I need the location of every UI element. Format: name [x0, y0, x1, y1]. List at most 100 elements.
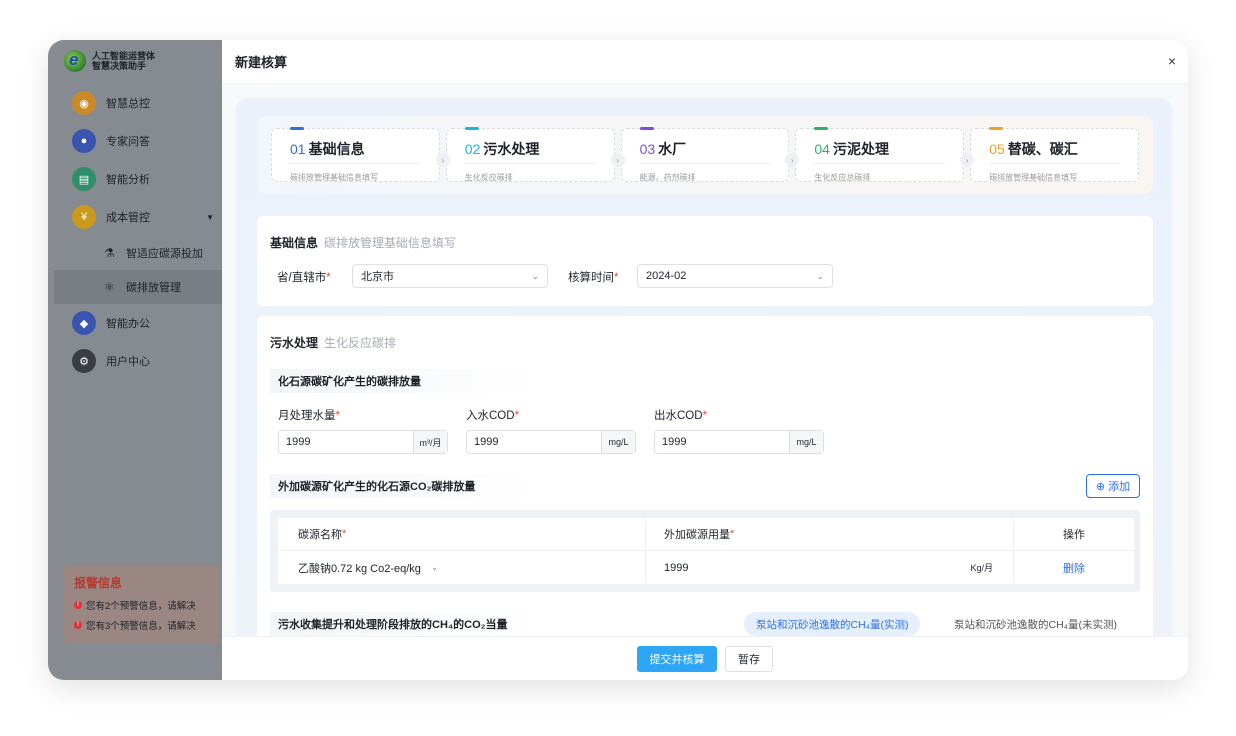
nav-item-user[interactable]: ⚙ 用户中心 — [48, 342, 222, 380]
logo-line1: 人工智能运营体 — [92, 51, 156, 61]
warning-icon: ! — [74, 621, 82, 629]
external-subheading: 外加碳源矿化产生的化石源CO₂碳排放量 — [270, 474, 536, 498]
close-icon[interactable]: × — [1168, 53, 1176, 69]
office-icon: ◆ — [72, 311, 96, 335]
chevron-down-icon: ⌄ — [430, 562, 439, 572]
step-num: 04 — [814, 141, 830, 157]
nav: ◉ 智慧总控 ● 专家问答 ▤ 智能分析 ¥ 成本管控 ▼ ⚗ 智适应碳源投加 … — [48, 84, 222, 380]
step-title: 水厂 — [658, 141, 687, 157]
step-4[interactable]: 04 污泥处理 生化反应总碳排 › — [795, 127, 975, 182]
step-desc: 能源、药剂碳排 — [639, 173, 696, 182]
dialog: 新建核算 × 01 基础信息 碳排放管理基础信息填写 › 02 污水处理 生化反应碳… — [222, 40, 1188, 680]
dialog-footer: 提交并核算 暂存 — [222, 636, 1188, 680]
chat-icon: ● — [72, 129, 96, 153]
time-select[interactable]: 2024-02 ⌄ — [637, 264, 833, 288]
step-num: 03 — [639, 141, 656, 157]
step-title: 基础信息 — [308, 141, 365, 157]
logo-icon — [64, 50, 86, 72]
fossil-subheading: 化石源碳矿化产生的碳排放量 — [270, 369, 536, 393]
alert-row[interactable]: ! 您有2个预警信息，请解决 — [74, 597, 210, 613]
nav-label: 用户中心 — [106, 356, 150, 368]
coin-icon: ¥ — [72, 205, 96, 229]
nav-label: 专家问答 — [106, 136, 150, 148]
carbon-source-table: 碳源名称 * 外加碳源用量 * 操作 乙酸钠0.72 kg Co2-eq/kg ⌄ 1… — [270, 510, 1140, 592]
alert-text: 您有2个预警信息，请解决 — [86, 601, 196, 612]
tab-unmeasured[interactable]: 泵站和沉砂池逸散的CH₄量(未实测) — [942, 612, 1129, 636]
dialog-header: 新建核算 — [222, 40, 1188, 84]
analysis-icon: ▤ — [72, 167, 96, 191]
nav-label: 智能分析 — [106, 174, 150, 186]
chevron-right-icon: › — [610, 153, 625, 167]
caret-down-icon: ▼ — [206, 212, 214, 222]
nav-item-control[interactable]: ◉ 智慧总控 — [48, 84, 222, 122]
nav-item-analysis[interactable]: ▤ 智能分析 — [48, 160, 222, 198]
step-desc: 生化反应总碳排 — [814, 173, 871, 182]
step-3[interactable]: 03 水厂 能源、药剂碳排 › — [620, 127, 800, 182]
step-1[interactable]: 01 基础信息 碳排放管理基础信息填写 › — [271, 127, 450, 182]
province-label: 省/直辖市* — [277, 272, 331, 284]
field-label: 入水COD* — [466, 410, 520, 422]
province-value: 北京市 — [361, 271, 394, 283]
step-indicator — [989, 127, 1004, 130]
dialog-title: 新建核算 — [235, 55, 288, 70]
nav-label: 成本管控 — [106, 212, 150, 224]
step-2[interactable]: 02 污水处理 生化反应碳排 › — [445, 127, 625, 182]
alert-row[interactable]: ! 您有3个预警信息，请解决 — [74, 617, 210, 633]
col-header: 碳源名称 * — [278, 518, 646, 550]
delete-link[interactable]: 删除 — [1063, 560, 1085, 576]
chevron-right-icon: › — [435, 153, 450, 167]
col-header: 操作 — [1063, 529, 1085, 541]
chevron-down-icon: ⌄ — [816, 270, 824, 281]
step-indicator — [290, 127, 304, 130]
nav-item-qa[interactable]: ● 专家问答 — [48, 122, 222, 160]
step-title: 污水处理 — [483, 141, 540, 157]
ch4-subheading: 污水收集提升和处理阶段排放的CH₄的CO₂当量 — [270, 612, 536, 636]
sidebar: 人工智能运营体 智慧决策助手 ◉ 智慧总控 ● 专家问答 ▤ 智能分析 ¥ 成本… — [48, 40, 222, 680]
carbon-source-select[interactable]: 乙酸钠0.72 kg Co2-eq/kg ⌄ — [278, 551, 646, 584]
field-label: 出水COD* — [654, 410, 708, 422]
monthly-water-input[interactable]: 1999 m³/月 — [278, 430, 448, 454]
inflow-cod-input[interactable]: 1999 mg/L — [466, 430, 636, 454]
table-header: 碳源名称 * 外加碳源用量 * 操作 — [278, 518, 1134, 551]
molecule-icon: ⚛ — [104, 280, 115, 294]
step-desc: 碳排放管理基础信息填写 — [290, 173, 378, 182]
nav-label: 智能办公 — [106, 318, 150, 330]
alert-panel: 报警信息 ! 您有2个预警信息，请解决 ! 您有3个预警信息，请解决 — [64, 566, 220, 644]
sewage-card: 污水处理 生化反应碳排 化石源碳矿化产生的碳排放量 月处理水量* 1999 m³/月… — [257, 316, 1153, 636]
nav-sub-label: 智适应碳源投加 — [126, 248, 203, 260]
save-draft-button[interactable]: 暂存 — [725, 645, 773, 672]
section-subtitle: 生化反应碳排 — [324, 336, 397, 350]
step-indicator — [464, 127, 479, 130]
nav-sub-carbon-emission[interactable]: ⚛ 碳排放管理 — [54, 270, 222, 304]
nav-sub-carbon-dosing[interactable]: ⚗ 智适应碳源投加 — [48, 236, 222, 270]
nav-item-cost[interactable]: ¥ 成本管控 ▼ — [48, 198, 222, 236]
user-icon: ⚙ — [72, 349, 96, 373]
logo-line2: 智慧决策助手 — [92, 61, 147, 71]
outflow-cod-input[interactable]: 1999 mg/L — [654, 430, 824, 454]
province-select[interactable]: 北京市 ⌄ — [352, 264, 548, 288]
table-row: 乙酸钠0.72 kg Co2-eq/kg ⌄ 1999 Kg/月 删除 — [278, 551, 1134, 584]
col-header: 外加碳源用量 * — [646, 518, 1014, 550]
amount-input[interactable]: 1999 Kg/月 — [646, 551, 1014, 584]
steps: 01 基础信息 碳排放管理基础信息填写 › 02 污水处理 生化反应碳排 › 03 水… — [257, 116, 1153, 194]
step-indicator — [639, 127, 654, 130]
time-label: 核算时间* — [568, 272, 619, 284]
tab-measured[interactable]: 泵站和沉砂池逸散的CH₄量(实测) — [744, 612, 921, 636]
step-5[interactable]: 05 替碳、碳汇 碳排放管理基础信息填写 — [970, 127, 1139, 182]
unit-label: mg/L — [601, 431, 635, 453]
logo: 人工智能运营体 智慧决策助手 — [64, 50, 155, 72]
submit-button[interactable]: 提交并核算 — [637, 645, 717, 672]
time-value: 2024-02 — [646, 270, 687, 282]
nav-sub-label: 碳排放管理 — [126, 282, 181, 294]
step-title: 污泥处理 — [832, 141, 889, 157]
step-title: 替碳、碳汇 — [1007, 141, 1078, 157]
nav-item-office[interactable]: ◆ 智能办公 — [48, 304, 222, 342]
add-button[interactable]: ⊕ 添加 — [1086, 474, 1140, 498]
step-num: 05 — [989, 141, 1005, 157]
step-num: 02 — [464, 141, 481, 157]
nav-label: 智慧总控 — [106, 98, 150, 110]
step-desc: 碳排放管理基础信息填写 — [989, 173, 1078, 182]
dialog-body: 01 基础信息 碳排放管理基础信息填写 › 02 污水处理 生化反应碳排 › 03 水… — [222, 84, 1188, 636]
basic-info-card: 基础信息 碳排放管理基础信息填写 省/直辖市* 北京市 ⌄ 核算时间* 2024-… — [257, 216, 1153, 306]
section-subtitle: 碳排放管理基础信息填写 — [324, 236, 457, 250]
